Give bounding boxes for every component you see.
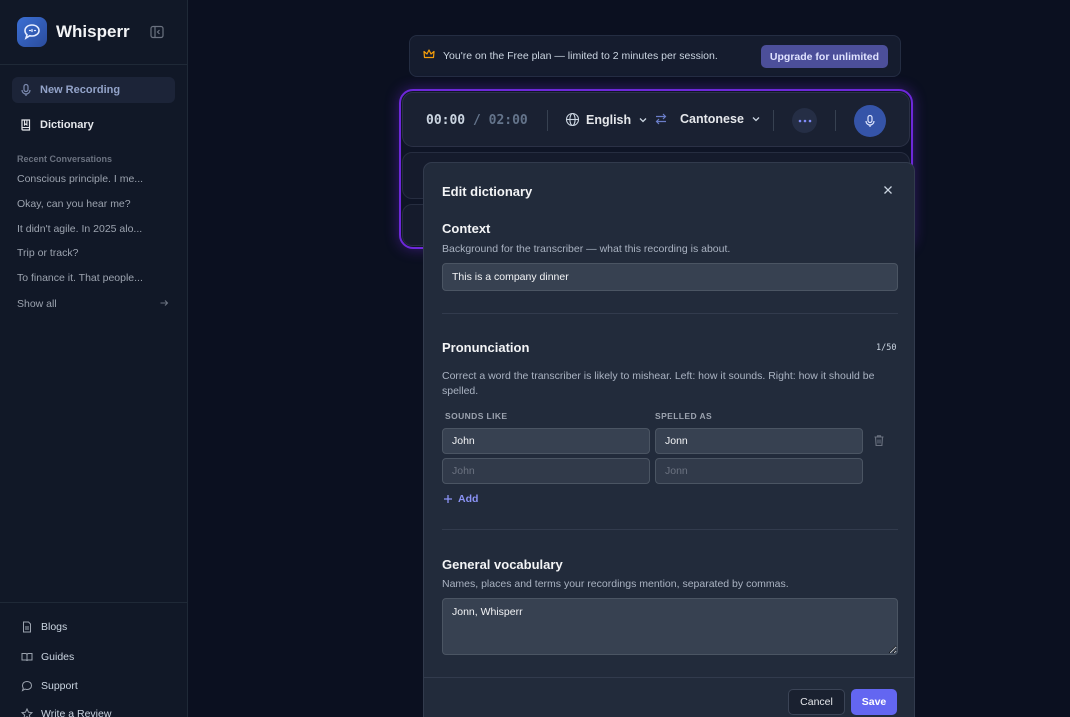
pronunciation-title: Pronunciation xyxy=(442,340,530,355)
divider xyxy=(547,110,548,131)
sidebar: Whisperr New Recording Dictionary Recent… xyxy=(0,0,188,717)
sidebar-collapse-icon[interactable] xyxy=(149,24,165,40)
cancel-button[interactable]: Cancel xyxy=(788,689,845,715)
trash-icon[interactable] xyxy=(873,434,885,447)
recent-conversation-item[interactable]: Okay, can you hear me? xyxy=(17,198,131,210)
add-label: Add xyxy=(458,493,479,505)
document-icon xyxy=(21,621,33,633)
footer-link-label: Guides xyxy=(41,651,75,663)
star-icon xyxy=(21,708,33,717)
banner-text: You're on the Free plan — limited to 2 m… xyxy=(443,50,718,62)
sounds-like-input[interactable] xyxy=(442,428,650,454)
target-language-label: Cantonese xyxy=(680,112,744,126)
context-title: Context xyxy=(442,221,491,236)
divider xyxy=(773,110,774,131)
spelled-as-input-new[interactable] xyxy=(655,458,863,484)
recent-conversation-item[interactable]: It didn't agile. In 2025 alo... xyxy=(17,223,142,235)
recent-conversation-item[interactable]: Trip or track? xyxy=(17,247,78,259)
footer-link-support[interactable]: Support xyxy=(21,680,78,692)
modal-footer: Cancel Save xyxy=(424,677,914,717)
footer-link-review[interactable]: Write a Review xyxy=(21,708,111,717)
footer-link-guides[interactable]: Guides xyxy=(21,651,74,663)
ellipsis-icon xyxy=(798,119,812,123)
open-book-icon xyxy=(21,651,33,663)
swap-languages-icon[interactable] xyxy=(654,112,668,131)
source-language-select[interactable]: English xyxy=(565,112,648,127)
brand[interactable]: Whisperr xyxy=(17,17,130,47)
app-name: Whisperr xyxy=(56,22,130,41)
chat-bubble-icon xyxy=(21,680,33,692)
sidebar-divider xyxy=(0,64,188,65)
edit-dictionary-modal: Edit dictionary Context Background for t… xyxy=(423,162,915,717)
nav-label: Dictionary xyxy=(40,119,94,131)
chevron-down-icon xyxy=(751,114,761,124)
context-description: Background for the transcriber — what th… xyxy=(442,243,731,255)
pronunciation-counter: 1/50 xyxy=(876,343,897,353)
modal-title: Edit dictionary xyxy=(442,184,533,199)
spelled-as-input[interactable] xyxy=(655,428,863,454)
more-options-button[interactable] xyxy=(792,108,817,133)
upgrade-button[interactable]: Upgrade for unlimited xyxy=(760,45,888,68)
context-input[interactable] xyxy=(442,263,898,291)
record-button[interactable] xyxy=(854,105,886,137)
section-divider xyxy=(442,529,898,530)
nav-label: New Recording xyxy=(40,84,121,96)
footer-link-label: Blogs xyxy=(41,621,68,633)
session-timer: 00:00 / 02:00 xyxy=(426,113,528,128)
recent-conversation-item[interactable]: Conscious principle. I me... xyxy=(17,173,143,185)
pronunciation-description: Correct a word the transcriber is likely… xyxy=(442,370,875,397)
chevron-down-icon xyxy=(638,115,648,125)
recent-conversation-item[interactable]: To finance it. That people... xyxy=(17,272,143,284)
recorder-bar: 00:00 / 02:00 English Cantonese xyxy=(402,92,910,147)
sidebar-divider xyxy=(0,602,188,603)
divider xyxy=(835,110,836,131)
add-pronunciation-button[interactable]: Add xyxy=(443,493,478,505)
sounds-like-input-new[interactable] xyxy=(442,458,650,484)
sounds-like-header: SOUNDS LIKE xyxy=(445,411,508,421)
footer-link-label: Write a Review xyxy=(41,708,112,717)
free-plan-banner: You're on the Free plan — limited to 2 m… xyxy=(409,35,901,77)
spelled-as-header: SPELLED AS xyxy=(655,411,713,421)
app-logo-icon xyxy=(17,17,47,47)
mic-icon xyxy=(19,83,33,97)
footer-link-label: Support xyxy=(41,680,78,692)
mic-icon xyxy=(863,114,877,128)
show-all-link[interactable]: Show all xyxy=(17,298,169,311)
section-divider xyxy=(442,313,898,314)
close-icon[interactable] xyxy=(881,183,895,197)
show-all-label: Show all xyxy=(17,298,57,310)
recent-conversations-heading: Recent Conversations xyxy=(17,154,113,164)
plus-icon xyxy=(443,494,453,504)
crown-icon xyxy=(423,47,435,65)
save-button[interactable]: Save xyxy=(851,689,897,715)
arrow-right-icon xyxy=(159,298,169,311)
elapsed-time: 00:00 xyxy=(426,113,466,128)
target-language-select[interactable]: Cantonese xyxy=(680,112,761,126)
vocabulary-title: General vocabulary xyxy=(442,557,563,572)
timer-separator: / xyxy=(472,113,481,128)
globe-icon xyxy=(565,112,580,127)
source-language-label: English xyxy=(586,112,632,127)
nav-new-recording[interactable]: New Recording xyxy=(12,77,175,103)
nav-dictionary[interactable]: Dictionary xyxy=(12,112,175,138)
footer-link-blogs[interactable]: Blogs xyxy=(21,621,67,633)
book-icon xyxy=(19,118,33,132)
time-limit: 02:00 xyxy=(488,113,528,128)
vocabulary-description: Names, places and terms your recordings … xyxy=(442,578,789,590)
vocabulary-textarea[interactable]: Jonn, Whisperr xyxy=(442,598,898,655)
